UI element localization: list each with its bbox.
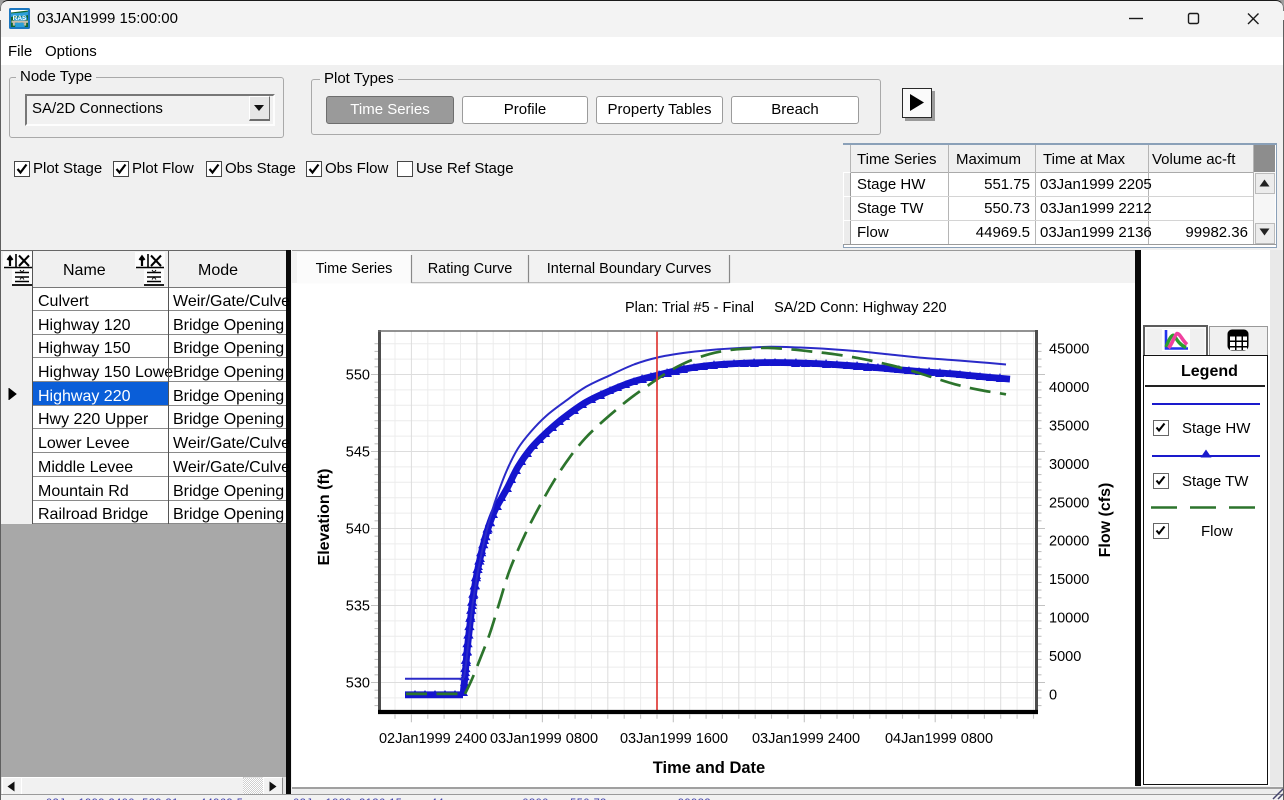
svg-text:03Jan1999 1600: 03Jan1999 1600 [620,731,728,747]
svg-text:RAS: RAS [13,15,27,22]
svg-text:15000: 15000 [1049,572,1089,588]
svg-text:02Jan1999 2400: 02Jan1999 2400 [379,731,487,747]
svg-text:Elevation (ft): Elevation (ft) [316,469,333,566]
svg-text:Internal Boundary Curves: Internal Boundary Curves [547,261,711,277]
svg-text:35000: 35000 [1049,418,1089,434]
svg-text:Time and Date: Time and Date [653,759,765,777]
svg-text:Time Series: Time Series [316,261,393,277]
svg-text:545: 545 [346,445,370,461]
svg-text:Rating Curve: Rating Curve [428,261,513,277]
svg-text:25000: 25000 [1049,495,1089,511]
svg-text:530: 530 [346,676,370,692]
svg-text:40000: 40000 [1049,380,1089,396]
svg-text:535: 535 [346,599,370,615]
svg-text:04Jan1999 0800: 04Jan1999 0800 [885,731,993,747]
svg-text:10000: 10000 [1049,611,1089,627]
svg-text:0: 0 [1049,688,1057,704]
svg-text:20000: 20000 [1049,534,1089,550]
svg-text:550: 550 [346,368,370,384]
svg-text:45000: 45000 [1049,342,1089,358]
svg-text:Plan: Trial #5 - Final SA/: Plan: Trial #5 - Final SA/2D Conn: Highw… [625,300,947,316]
svg-text:03Jan1999 0800: 03Jan1999 0800 [490,731,598,747]
svg-text:03Jan1999 2400: 03Jan1999 2400 [752,731,860,747]
svg-text:30000: 30000 [1049,457,1089,473]
svg-text:5000: 5000 [1049,649,1081,665]
svg-text:540: 540 [346,522,370,538]
svg-text:Flow (cfs): Flow (cfs) [1097,483,1114,558]
